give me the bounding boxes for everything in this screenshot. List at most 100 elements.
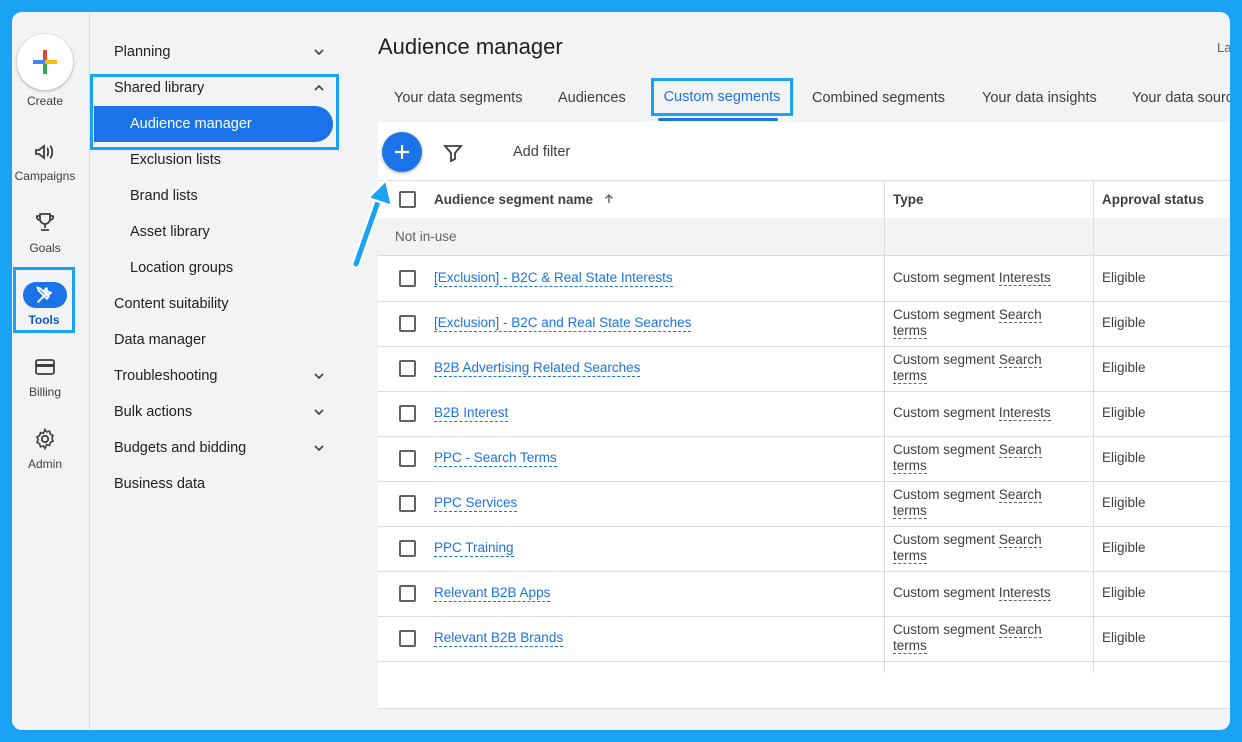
segment-name-link[interactable]: B2B Advertising Related Searches xyxy=(434,360,641,377)
tools-nav: Planning Shared library Audience manager… xyxy=(90,12,355,730)
segment-name-link[interactable]: B2B Interest xyxy=(434,405,509,422)
table-row[interactable]: Relevant B2B Brands Custom segment Search… xyxy=(378,616,1230,662)
column-header-name[interactable]: Audience segment name xyxy=(434,181,615,218)
segment-type-prefix: Custom segment xyxy=(893,442,996,457)
nav-brand-lists[interactable]: Brand lists xyxy=(130,180,330,212)
row-checkbox[interactable] xyxy=(399,360,416,377)
nav-bulk-actions-label: Bulk actions xyxy=(114,404,193,420)
row-checkbox[interactable] xyxy=(399,630,416,647)
table-row[interactable]: [Exclusion] - B2C & Real State Interests… xyxy=(378,256,1230,302)
segment-type-cell: Custom segment Interests xyxy=(893,405,1068,421)
segment-type-cell: Custom segment Interests xyxy=(893,270,1068,286)
nav-planning[interactable]: Planning xyxy=(114,36,329,68)
nav-data-manager[interactable]: Data manager xyxy=(114,324,329,356)
page-title: Audience manager xyxy=(378,34,563,59)
table-row[interactable]: PPC Training Custom segment Search terms E… xyxy=(378,526,1230,572)
segment-type-prefix: Custom segment xyxy=(893,487,996,502)
segment-name-link[interactable]: Relevant B2B Apps xyxy=(434,585,551,602)
tab-your-data-segments[interactable]: Your data segments xyxy=(394,90,522,106)
add-filter-button[interactable]: Add filter xyxy=(513,144,570,160)
tab-combined-segments[interactable]: Combined segments xyxy=(812,90,945,106)
arrow-up-icon xyxy=(604,194,613,203)
row-checkbox[interactable] xyxy=(399,315,416,332)
segment-type-prefix: Custom segment xyxy=(893,270,996,285)
nav-location-groups[interactable]: Location groups xyxy=(130,252,330,284)
tab-custom-segments-label: Custom segments xyxy=(663,89,781,105)
nav-content-suitability[interactable]: Content suitability xyxy=(114,288,329,320)
tools-nav-item[interactable]: Tools xyxy=(13,267,75,333)
row-checkbox[interactable] xyxy=(399,585,416,602)
segment-type-kind[interactable]: Interests xyxy=(998,405,1051,421)
nav-exclusion-lists[interactable]: Exclusion lists xyxy=(130,144,330,176)
trophy-icon[interactable] xyxy=(33,210,57,234)
row-checkbox[interactable] xyxy=(399,495,416,512)
column-divider xyxy=(1093,180,1094,673)
nav-asset-library[interactable]: Asset library xyxy=(130,216,330,248)
segment-name-link[interactable]: PPC Training xyxy=(434,540,514,557)
nav-bulk-actions[interactable]: Bulk actions xyxy=(114,396,329,428)
wrench-screwdriver-icon xyxy=(36,286,53,303)
segment-type-prefix: Custom segment xyxy=(893,405,996,420)
segment-name-link[interactable]: PPC - Search Terms xyxy=(434,450,557,467)
table-row[interactable]: B2B Interest Custom segment Interests Elig… xyxy=(378,391,1230,437)
chevron-down-icon xyxy=(314,409,324,416)
tab-your-data-insights[interactable]: Your data insights xyxy=(982,90,1097,106)
segment-name-link[interactable]: [Exclusion] - B2C and Real State Searche… xyxy=(434,315,692,332)
table-row[interactable]: Relevant B2B Apps Custom segment Interest… xyxy=(378,571,1230,617)
segment-name-link[interactable]: PPC Services xyxy=(434,495,518,512)
table-row[interactable]: PPC - Search Terms Custom segment Search … xyxy=(378,436,1230,482)
row-checkbox[interactable] xyxy=(399,270,416,287)
goals-label[interactable]: Goals xyxy=(12,241,78,255)
row-checkbox[interactable] xyxy=(399,405,416,422)
segment-type-prefix: Custom segment xyxy=(893,622,996,637)
funnel-icon[interactable] xyxy=(442,142,464,164)
add-segment-button[interactable] xyxy=(382,132,422,172)
segment-type-kind[interactable]: Interests xyxy=(998,270,1051,286)
table-row[interactable]: B2B Advertising Related Searches Custom s… xyxy=(378,346,1230,392)
group-row-not-in-use: Not in-use xyxy=(378,218,1230,256)
chevron-down-icon xyxy=(314,445,324,452)
segment-type-cell: Custom segment Search terms xyxy=(893,352,1068,384)
admin-label[interactable]: Admin xyxy=(12,457,78,471)
segment-type-prefix: Custom segment xyxy=(893,585,996,600)
chevron-down-icon xyxy=(314,373,324,380)
tools-label: Tools xyxy=(28,313,60,327)
column-header-name-label: Audience segment name xyxy=(434,192,594,207)
nav-budgets-bidding[interactable]: Budgets and bidding xyxy=(114,432,329,464)
approval-status-cell: Eligible xyxy=(1102,540,1146,555)
column-header-type[interactable]: Type xyxy=(893,181,924,218)
table-row[interactable]: PPC Services Custom segment Search terms E… xyxy=(378,481,1230,527)
row-checkbox[interactable] xyxy=(399,450,416,467)
tab-custom-segments[interactable]: Custom segments xyxy=(651,78,793,116)
segments-panel: Add filter Audience segment name Type Ap… xyxy=(378,122,1230,709)
row-checkbox[interactable] xyxy=(399,540,416,557)
tools-pill[interactable] xyxy=(23,282,67,308)
tab-audiences[interactable]: Audiences xyxy=(558,90,626,106)
create-button[interactable] xyxy=(17,34,73,90)
approval-status-cell: Eligible xyxy=(1102,315,1146,330)
column-header-status[interactable]: Approval status xyxy=(1102,181,1204,218)
create-label: Create xyxy=(26,94,64,108)
table-row[interactable]: [Exclusion] - B2C and Real State Searche… xyxy=(378,301,1230,347)
segment-name-link[interactable]: Relevant B2B Brands xyxy=(434,630,564,647)
approval-status-cell: Eligible xyxy=(1102,630,1146,645)
left-rail: Create Campaigns Goals Tools Billing Adm… xyxy=(12,12,90,730)
approval-status-cell: Eligible xyxy=(1102,270,1146,285)
segment-name-link[interactable]: [Exclusion] - B2C & Real State Interests xyxy=(434,270,673,287)
select-all-checkbox[interactable] xyxy=(399,191,416,208)
tab-your-data-sources[interactable]: Your data source xyxy=(1132,90,1230,106)
nav-business-data[interactable]: Business data xyxy=(114,468,329,500)
billing-label[interactable]: Billing xyxy=(12,385,78,399)
column-divider xyxy=(884,180,885,673)
segment-type-cell: Custom segment Search terms xyxy=(893,307,1068,339)
header-trailing-text[interactable]: La xyxy=(1217,40,1230,55)
campaigns-label[interactable]: Campaigns xyxy=(12,169,78,183)
chevron-down-icon xyxy=(314,49,324,56)
credit-card-icon[interactable] xyxy=(33,355,57,379)
megaphone-icon[interactable] xyxy=(33,140,57,164)
segment-type-cell: Custom segment Interests xyxy=(893,585,1068,601)
table-header: Audience segment name Type Approval stat… xyxy=(378,180,1230,219)
gear-icon[interactable] xyxy=(33,427,57,451)
segment-type-kind[interactable]: Interests xyxy=(998,585,1051,601)
nav-troubleshooting[interactable]: Troubleshooting xyxy=(114,360,329,392)
